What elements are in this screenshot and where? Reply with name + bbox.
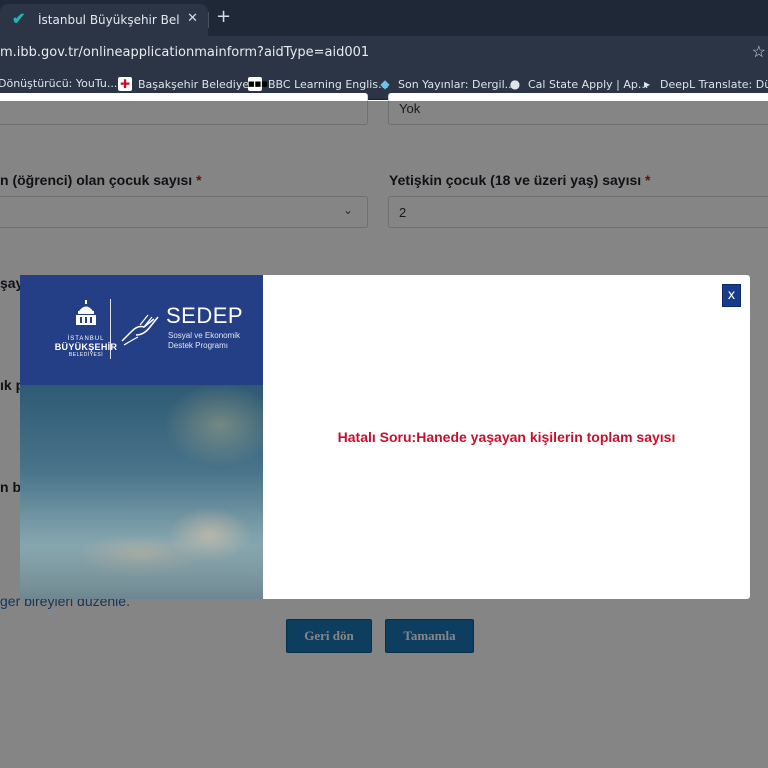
browser-tab[interactable]: ✔ İstanbul Büyükşehir Belediyesi S ✕	[0, 4, 208, 36]
bookmark-item[interactable]: ◆ Son Yayınlar: Dergil...	[378, 77, 515, 91]
modal-banner: İSTANBUL BÜYÜKŞEHİR BELEDİYESİ SEDEP Sos…	[20, 275, 263, 599]
bbc-icon: ■■■	[248, 77, 268, 91]
bookmark-star-icon[interactable]: ☆	[752, 42, 766, 62]
sedep-brand-header: İSTANBUL BÜYÜKŞEHİR BELEDİYESİ SEDEP Sos…	[20, 275, 263, 385]
error-message: Hatalı Soru:Hanede yaşayan kişilerin top…	[337, 429, 676, 445]
keyboard-hands-photo	[20, 385, 263, 599]
bookmark-item-label: BBC Learning Englis...	[268, 77, 389, 91]
bookmark-item-label: DeepL Translate: Dü...	[660, 77, 768, 91]
logo-text: BELEDİYESİ	[68, 352, 104, 358]
deepl-icon: ▸	[643, 77, 651, 91]
address-bar: m.ibb.gov.tr/onlineapplicationmainform?a…	[0, 36, 768, 70]
bookmark-item[interactable]: Dönüştürücü: YouTu...	[0, 77, 117, 90]
error-modal: İSTANBUL BÜYÜKŞEHİR BELEDİYESİ SEDEP Sos…	[20, 275, 750, 599]
modal-close-button[interactable]: x	[722, 284, 741, 307]
site-favicon-icon: ✔	[12, 11, 26, 28]
globe-icon: ●	[509, 77, 521, 91]
helping-hands-icon	[121, 314, 159, 346]
ibb-logo: İSTANBUL BÜYÜKŞEHİR BELEDİYESİ	[50, 299, 122, 358]
logo-text: BÜYÜKŞEHİR	[54, 342, 118, 352]
new-tab-button[interactable]: +	[216, 6, 231, 27]
bookmark-item[interactable]: ▸ DeepL Translate: Dü...	[640, 77, 768, 91]
photo-detail	[20, 545, 263, 599]
bookmark-item[interactable]: ✚ Başakşehir Belediye...	[118, 77, 260, 91]
url-field[interactable]: m.ibb.gov.tr/onlineapplicationmainform?a…	[0, 45, 369, 60]
bookmark-item-label: Cal State Apply | Ap...	[528, 77, 649, 91]
brand-divider	[110, 299, 111, 359]
journal-icon: ◆	[380, 77, 390, 91]
sedep-subtitle: Destek Programı	[168, 341, 229, 350]
bookmark-item-label: Dönüştürücü: YouTu...	[0, 77, 118, 90]
close-tab-icon[interactable]: ✕	[187, 11, 198, 26]
ibb-emblem-icon	[76, 300, 96, 325]
bookmark-item[interactable]: ■■■ BBC Learning Englis...	[248, 77, 389, 91]
bookmark-item-label: Son Yayınlar: Dergil...	[398, 77, 516, 91]
sedep-subtitle: Sosyal ve Ekonomik	[168, 331, 241, 340]
municipality-icon: ✚	[118, 77, 132, 91]
bookmark-item[interactable]: ● Cal State Apply | Ap...	[508, 77, 649, 91]
browser-tab-bar: ✔ İstanbul Büyükşehir Belediyesi S ✕ +	[0, 0, 768, 36]
tab-title: İstanbul Büyükşehir Belediyesi S	[38, 13, 180, 27]
bookmark-item-label: Başakşehir Belediye...	[138, 77, 260, 91]
sedep-title: SEDEP	[166, 303, 244, 328]
tab-separator	[208, 12, 209, 28]
